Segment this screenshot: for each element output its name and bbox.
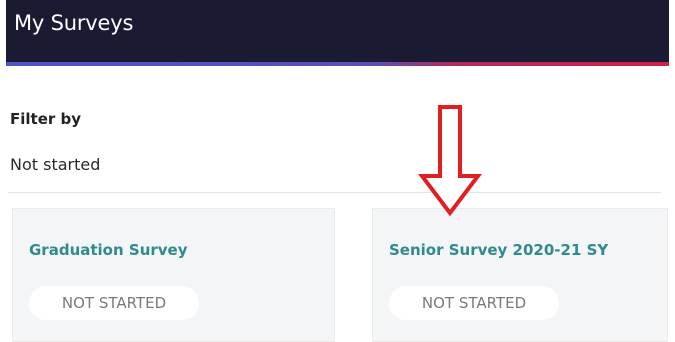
down-arrow-icon bbox=[418, 105, 482, 216]
header-accent-line bbox=[6, 62, 669, 66]
survey-card-senior[interactable]: Senior Survey 2020-21 SY NOT STARTED bbox=[372, 208, 668, 342]
status-badge: NOT STARTED bbox=[29, 286, 199, 320]
filter-dropdown[interactable]: Not started bbox=[10, 155, 100, 174]
survey-card-graduation[interactable]: Graduation Survey NOT STARTED bbox=[12, 208, 335, 342]
app-header: My Surveys bbox=[6, 0, 669, 62]
divider bbox=[8, 192, 661, 193]
survey-title[interactable]: Graduation Survey bbox=[29, 241, 188, 259]
filter-label: Filter by bbox=[10, 110, 82, 128]
status-badge: NOT STARTED bbox=[389, 286, 559, 320]
page-title: My Surveys bbox=[14, 11, 134, 35]
survey-title[interactable]: Senior Survey 2020-21 SY bbox=[389, 241, 608, 259]
